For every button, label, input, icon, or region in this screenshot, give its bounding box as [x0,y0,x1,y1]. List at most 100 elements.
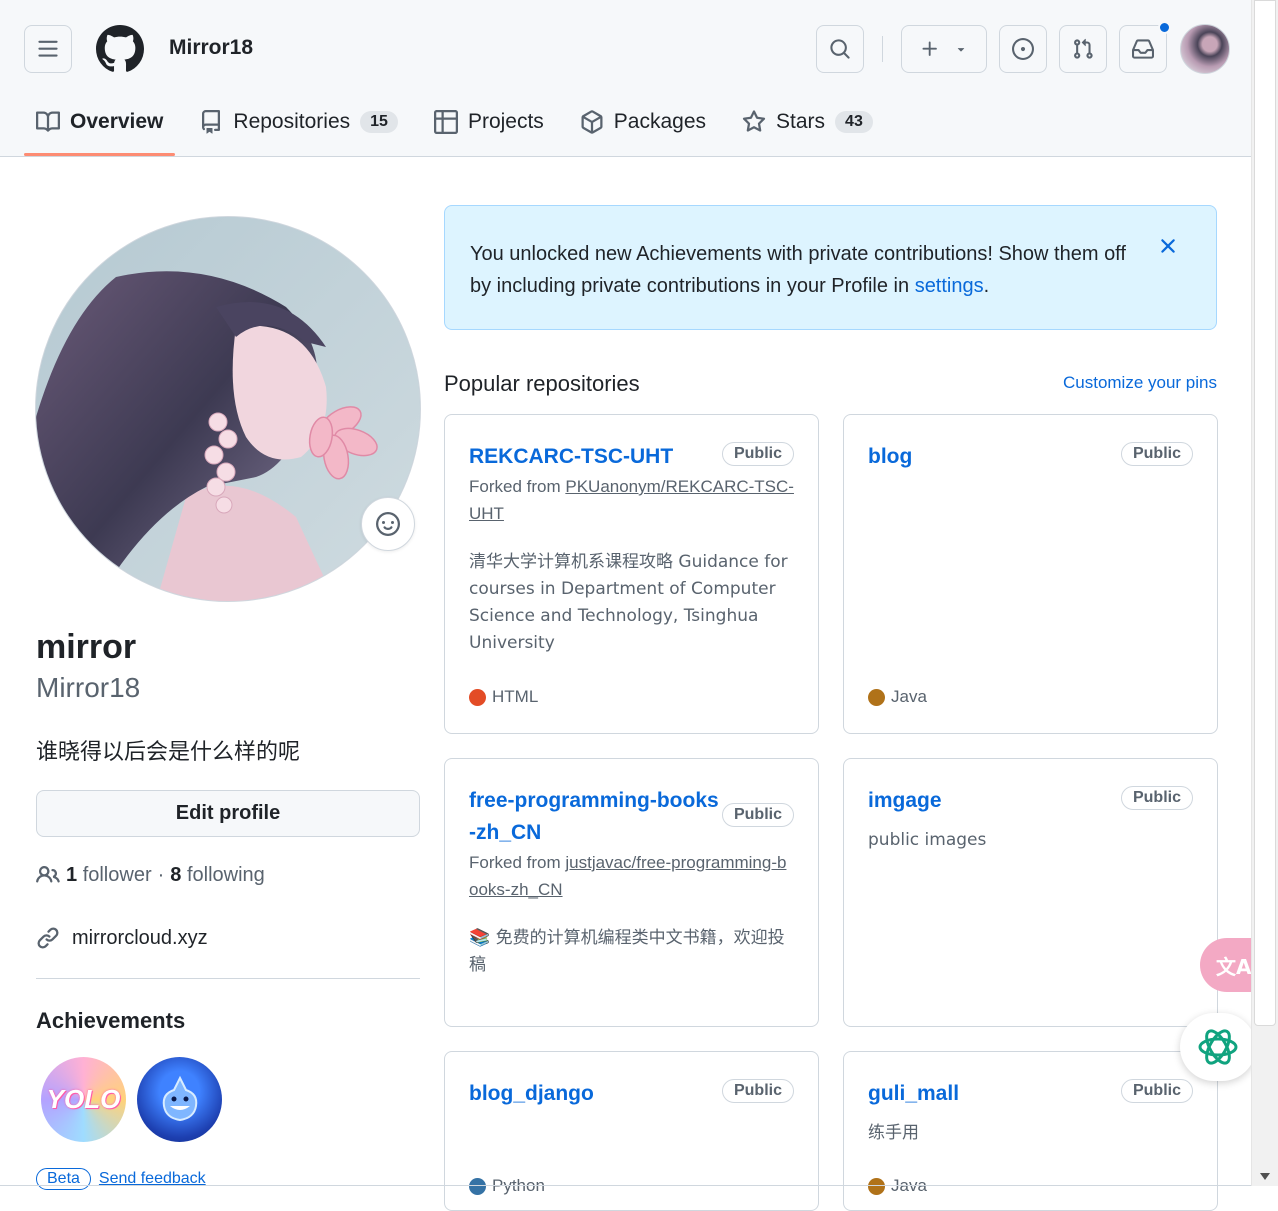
forked-prefix: Forked from [469,477,566,496]
tab-overview-label: Overview [70,110,164,133]
repo-name-link[interactable]: free-programming-books-zh_CN [469,785,719,849]
repo-name-link[interactable]: guli_mall [868,1078,1118,1110]
repo-language: Java [868,687,927,707]
header-username[interactable]: Mirror18 [169,36,253,60]
language-color-dot [469,688,486,706]
follow-separator: · [157,863,165,886]
repo-language: Python [469,1176,545,1196]
inbox-button[interactable] [1119,21,1171,73]
people-icon [36,865,60,883]
repo-name-link[interactable]: blog [868,441,1118,473]
flash-message-end: . [983,275,990,297]
followers-label: follower [82,863,152,886]
table-icon [433,110,458,134]
language-name: Java [891,687,927,706]
tab-repositories-label: Repositories [233,110,351,133]
repo-card: blog Public Java [843,414,1218,734]
popular-repositories-title: Popular repositories [444,371,640,396]
forked-from: Forked from justjavac/free-programming-b… [469,849,794,903]
edit-profile-button[interactable]: Edit profile [36,790,420,837]
repo-card: imgage Public public images [843,758,1218,1027]
repo-description: 练手用 [868,1123,919,1143]
settings-link[interactable]: settings [915,275,984,297]
visibility-label: Public [1120,786,1193,810]
repo-card: free-programming-books-zh_CN Public Fork… [444,758,819,1027]
menu-button[interactable] [24,25,72,73]
language-name: HTML [492,687,539,706]
header-avatar[interactable] [1180,24,1230,74]
close-icon[interactable] [1156,234,1180,258]
scrollbar-thumb[interactable] [1254,0,1276,1026]
achievements-flash-banner: You unlocked new Achievements with priva… [444,205,1217,330]
profile-bio: 谁晓得以后会是什么样的呢 [36,740,301,765]
repositories-count: 15 [360,111,398,133]
achievement-pull-shark-badge[interactable] [137,1057,222,1142]
following-label: following [186,863,265,886]
followers-count: 1 [66,863,78,886]
customize-pins-link[interactable]: Customize your pins [1063,373,1217,393]
following-count: 8 [170,863,182,886]
global-header: Mirror18 Overview Repositories 15 Projec… [0,0,1251,157]
repo-language: HTML [469,687,538,707]
forked-from: Forked from PKUanonym/REKCARC-TSC-UHT [469,473,794,527]
language-name: Python [492,1176,545,1195]
visibility-label: Public [1120,442,1193,466]
ai-assistant-button[interactable] [1180,1013,1256,1081]
scroll-down-arrow[interactable] [1260,1173,1270,1180]
ai-assistant-icon [1198,1029,1238,1065]
visibility-label: Public [721,1079,794,1103]
page-scrollbar[interactable] [1251,0,1278,1186]
achievement-yolo-badge[interactable]: YOLO [41,1057,126,1142]
shark-icon [162,1075,197,1121]
repo-name-link[interactable]: blog_django [469,1078,719,1110]
achievements-title[interactable]: Achievements [36,1008,185,1034]
repo-card: REKCARC-TSC-UHT Public Forked from PKUan… [444,414,819,734]
beta-label: Beta [36,1168,91,1190]
stars-count: 43 [835,111,873,133]
smiley-icon [376,512,400,536]
tab-repositories[interactable]: Repositories 15 [187,96,410,148]
pull-requests-button[interactable] [1059,25,1107,73]
repo-card: blog_django Public Python [444,1051,819,1211]
repo-description: 📚 免费的计算机编程类中文书籍，欢迎投稿 [469,928,785,975]
pull-request-icon [1074,38,1093,59]
profile-tabs: Overview Repositories 15 Projects Packag… [24,96,897,156]
visibility-label: Public [1120,1079,1193,1103]
repo-language: Java [868,1176,927,1196]
star-icon [742,110,766,132]
search-icon [830,39,850,59]
achievement-yolo-text: YOLO [46,1084,121,1114]
set-status-button[interactable] [361,497,415,551]
tab-overview[interactable]: Overview [24,96,176,156]
followers-link[interactable]: 1 follower [66,864,152,887]
issue-icon [1012,38,1034,60]
profile-avatar[interactable] [35,216,421,602]
tab-projects[interactable]: Projects [422,96,556,148]
website-link[interactable]: mirrorcloud.xyz [72,927,208,950]
repo-description: public images [868,830,987,850]
language-color-dot [868,688,885,706]
github-logo-icon[interactable] [96,25,144,73]
visibility-label: Public [721,803,794,827]
achievements-beta-row: Beta Send feedback [36,1168,206,1190]
following-link[interactable]: 8 following [170,864,265,887]
forked-prefix: Forked from [469,853,566,872]
repo-name-link[interactable]: imgage [868,785,1118,817]
inbox-icon [1132,39,1154,59]
issues-button[interactable] [999,25,1047,73]
header-divider [882,36,883,62]
search-button[interactable] [816,25,864,73]
profile-fullname: mirror [36,628,137,666]
translate-icon: 文A [1216,954,1252,979]
language-color-dot [469,1177,486,1195]
avatar-illustration [36,217,420,601]
plus-icon [922,41,937,56]
repo-name-link[interactable]: REKCARC-TSC-UHT [469,441,719,473]
tab-stars[interactable]: Stars 43 [730,96,885,148]
tab-packages[interactable]: Packages [568,96,718,148]
flash-message: You unlocked new Achievements with priva… [470,243,1126,297]
language-name: Java [891,1176,927,1195]
notification-indicator [1158,21,1171,34]
create-new-button[interactable] [901,25,987,73]
repo-icon [202,110,221,134]
